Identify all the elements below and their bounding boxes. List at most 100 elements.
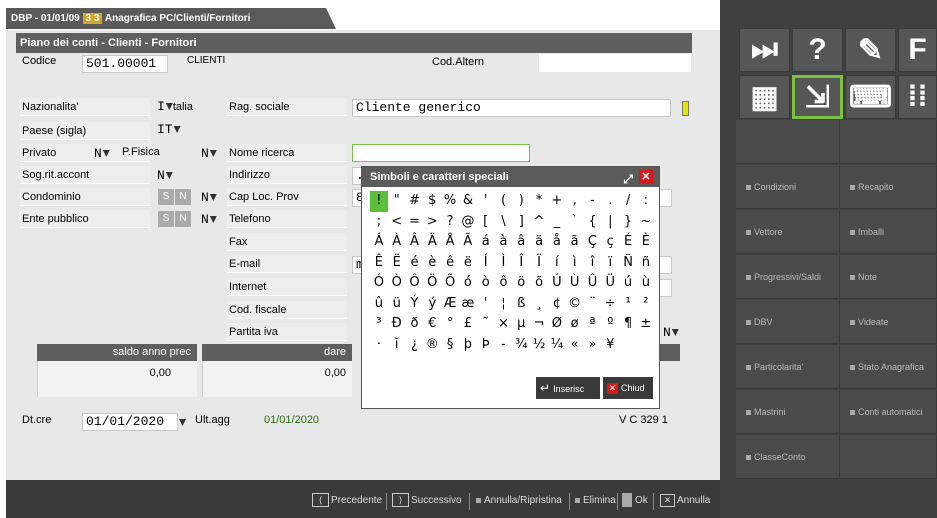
char-cell[interactable]: Ó [370, 273, 388, 294]
char-cell[interactable]: È [637, 232, 655, 253]
char-cell[interactable]: ¥ [601, 335, 619, 356]
ragsoc-field[interactable]: Cliente generico [352, 99, 671, 117]
char-cell[interactable]: ô [495, 273, 513, 294]
char-cell[interactable]: & [459, 191, 477, 212]
close-icon[interactable]: ✕ [639, 170, 653, 184]
char-cell[interactable]: í [548, 253, 566, 274]
char-cell[interactable]: # [406, 191, 424, 212]
char-cell[interactable]: ^ [530, 212, 548, 233]
char-cell[interactable]: ? [441, 212, 459, 233]
char-cell[interactable]: ã [566, 232, 584, 253]
char-cell[interactable]: Ò [388, 273, 406, 294]
char-cell[interactable]: ï [601, 253, 619, 274]
char-cell[interactable]: % [441, 191, 459, 212]
char-cell[interactable]: - [495, 335, 513, 356]
char-cell[interactable]: º [601, 314, 619, 335]
char-cell[interactable]: ; [370, 212, 388, 233]
char-cell[interactable]: é [406, 253, 424, 274]
char-cell[interactable]: ù [637, 273, 655, 294]
char-cell[interactable]: , [566, 191, 584, 212]
char-cell[interactable]: ± [637, 314, 655, 335]
char-cell[interactable]: \ [495, 212, 513, 233]
side-button[interactable]: Videate [840, 300, 937, 344]
char-cell[interactable]: Ï [530, 253, 548, 274]
char-cell[interactable]: Û [584, 273, 602, 294]
char-cell[interactable]: Ë [388, 253, 406, 274]
char-cell[interactable]: ³ [370, 314, 388, 335]
char-cell[interactable]: ) [512, 191, 530, 212]
side-button[interactable]: Imballi [840, 210, 937, 254]
cap-field-end[interactable] [658, 189, 672, 207]
char-cell[interactable]: µ [512, 314, 530, 335]
char-cell[interactable]: } [619, 212, 637, 233]
char-cell[interactable]: ¾ [512, 335, 530, 356]
paese-select[interactable]: IT [157, 122, 181, 137]
move-icon[interactable]: ⤢ [623, 169, 633, 189]
char-cell[interactable]: ð [406, 314, 424, 335]
char-cell[interactable]: Ø [548, 314, 566, 335]
char-cell[interactable]: Ö [423, 273, 441, 294]
char-cell[interactable]: Á [370, 232, 388, 253]
char-cell[interactable]: ] [512, 212, 530, 233]
nomeric-field[interactable] [352, 144, 530, 162]
document-icon[interactable]: F [898, 28, 937, 72]
char-cell[interactable]: ä [530, 232, 548, 253]
char-cell[interactable]: à [495, 232, 513, 253]
next-button[interactable]: ⟩ Successivo [392, 490, 462, 512]
char-cell[interactable]: ì [566, 253, 584, 274]
char-cell[interactable]: ñ [637, 253, 655, 274]
keyboard-icon[interactable]: ⌨ [845, 75, 896, 119]
calculator-icon[interactable]: ▦ [739, 75, 790, 119]
char-cell[interactable]: ¦ [495, 294, 513, 315]
window-tab[interactable]: DBP - 01/01/09 3 3 Anagrafica PC/Clienti… [6, 8, 336, 29]
char-cell[interactable]: î [584, 253, 602, 274]
char-cell[interactable]: © [566, 294, 584, 315]
char-cell[interactable]: ú [619, 273, 637, 294]
condominio-n[interactable]: N [175, 189, 191, 205]
char-cell[interactable]: Í [477, 253, 495, 274]
char-cell[interactable]: õ [530, 273, 548, 294]
char-cell[interactable]: [ [477, 212, 495, 233]
char-cell[interactable]: Ã [459, 232, 477, 253]
char-cell[interactable]: ( [495, 191, 513, 212]
char-cell[interactable]: ë [459, 253, 477, 274]
char-cell[interactable]: ¢ [548, 294, 566, 315]
side-button[interactable]: Note [840, 255, 937, 299]
char-cell[interactable]: á [477, 232, 495, 253]
char-cell[interactable]: ª [584, 314, 602, 335]
char-cell[interactable]: ö [512, 273, 530, 294]
side-button[interactable]: Particolarita' [736, 345, 840, 389]
email-field-end[interactable] [658, 256, 672, 274]
char-cell[interactable]: ` [566, 212, 584, 233]
char-cell[interactable]: Þ [477, 335, 495, 356]
ente-n[interactable]: N [175, 211, 191, 227]
char-cell[interactable]: < [388, 212, 406, 233]
char-cell[interactable]: ĭ [388, 335, 406, 356]
cod-altern-field[interactable] [539, 54, 691, 72]
codice-field[interactable]: 501.00001 [82, 55, 168, 73]
char-cell[interactable]: ç [601, 232, 619, 253]
char-cell[interactable]: ¸ [530, 294, 548, 315]
close-button[interactable]: ✕ Chiud [603, 377, 653, 399]
char-cell[interactable]: å [548, 232, 566, 253]
char-cell[interactable] [619, 335, 637, 356]
help-icon[interactable]: ? [792, 28, 843, 72]
char-cell[interactable]: æ [459, 294, 477, 315]
insert-button[interactable]: ↵ Inserisc [536, 377, 600, 399]
char-cell[interactable]: Î [512, 253, 530, 274]
edit-icon[interactable]: ✎ [845, 28, 896, 72]
char-cell[interactable]: « [566, 335, 584, 356]
char-cell[interactable]: ~ [637, 212, 655, 233]
side-button[interactable]: ClasseConto [736, 435, 840, 479]
side-button[interactable]: Progressivi/Saldi [736, 255, 840, 299]
side-button[interactable]: Recapito [840, 165, 937, 209]
char-cell[interactable]: Ý [406, 294, 424, 315]
char-cell[interactable]: ¬ [530, 314, 548, 335]
char-cell[interactable]: ° [441, 314, 459, 335]
char-cell[interactable]: × [495, 314, 513, 335]
char-cell[interactable]: Ð [388, 314, 406, 335]
char-cell[interactable]: ® [423, 335, 441, 356]
char-cell[interactable]: ¹ [619, 294, 637, 315]
ok-button[interactable]: Ok [622, 490, 648, 512]
char-cell[interactable]: Ü [601, 273, 619, 294]
